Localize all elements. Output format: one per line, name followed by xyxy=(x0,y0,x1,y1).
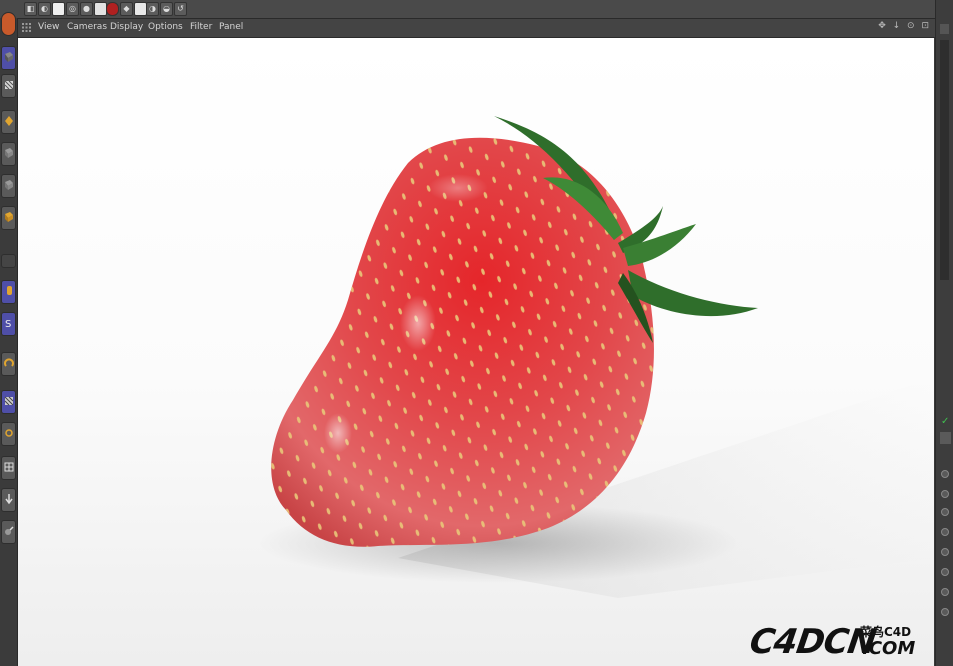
edge-mode-icon[interactable] xyxy=(1,74,16,98)
viewport[interactable]: C4DCN 菜鸟C4D .COM xyxy=(18,38,934,666)
material-icon[interactable]: ● xyxy=(80,2,93,16)
model-mode-icon[interactable] xyxy=(1,12,16,36)
tab-marker[interactable] xyxy=(940,432,951,444)
radio-option-4[interactable] xyxy=(941,528,949,536)
radio-option-7[interactable] xyxy=(941,588,949,596)
spline-icon[interactable]: ↺ xyxy=(174,2,187,16)
watermark: C4DCN 菜鸟C4D .COM xyxy=(747,620,920,662)
object-icon[interactable]: ◎ xyxy=(66,2,79,16)
menu-view[interactable]: View xyxy=(38,22,59,32)
deform-icon[interactable] xyxy=(1,520,16,544)
layout-grid-icon[interactable] xyxy=(1,456,16,480)
point-mode-icon[interactable] xyxy=(1,46,16,70)
radio-option-6[interactable] xyxy=(941,568,949,576)
sphere-icon[interactable] xyxy=(106,2,119,16)
sculpt-icon[interactable] xyxy=(1,422,16,446)
radio-option-3[interactable] xyxy=(941,508,949,516)
render-settings-icon[interactable] xyxy=(52,2,65,16)
menu-panel[interactable]: Panel xyxy=(219,22,243,32)
cube-icon[interactable]: ◆ xyxy=(120,2,133,16)
brush-icon[interactable] xyxy=(1,352,16,376)
top-toolbar: ◧ ◐ ◎ ● ◆ ◑ ◒ ↺ xyxy=(0,0,940,19)
magnet-icon[interactable]: S xyxy=(1,312,16,336)
viewport-nav-controls[interactable]: ✥ ↓ ⊙ ⊡ xyxy=(878,21,931,31)
watermark-logo: C4DCN xyxy=(747,622,879,662)
radio-option-8[interactable] xyxy=(941,608,949,616)
menu-cameras[interactable]: Cameras xyxy=(67,22,107,32)
radio-option-2[interactable] xyxy=(941,490,949,498)
move-tool-icon[interactable] xyxy=(1,254,16,268)
scrollbar-track[interactable] xyxy=(940,40,949,280)
viewport-menubar: View Cameras Display Options Filter Pane… xyxy=(18,19,935,38)
attribute-strip: ✓ xyxy=(935,0,953,666)
grid-icon[interactable] xyxy=(1,390,16,414)
svg-text:S: S xyxy=(5,319,11,329)
render-region-icon[interactable]: ◧ xyxy=(24,2,37,16)
texture-mode-icon[interactable] xyxy=(1,142,16,166)
watermark-domain: .COM xyxy=(862,638,916,659)
specular-highlight xyxy=(400,295,436,351)
radio-option-1[interactable] xyxy=(941,470,949,478)
menu-options[interactable]: Options xyxy=(148,22,183,32)
environment-icon[interactable]: ◑ xyxy=(146,2,159,16)
snap-icon[interactable] xyxy=(1,280,16,304)
render-view-icon[interactable]: ◐ xyxy=(38,2,51,16)
scroll-arrow-icon[interactable] xyxy=(940,24,949,34)
checkmark-icon: ✓ xyxy=(941,416,950,427)
menu-display[interactable]: Display xyxy=(110,22,143,32)
radio-option-5[interactable] xyxy=(941,548,949,556)
strawberry-render xyxy=(258,116,934,598)
grid-handle-icon[interactable] xyxy=(22,23,31,32)
deformer-icon[interactable]: ◒ xyxy=(160,2,173,16)
axis-mode-icon[interactable] xyxy=(1,174,16,198)
workplane-icon[interactable] xyxy=(1,206,16,230)
arrow-down-icon[interactable] xyxy=(1,488,16,512)
polygon-mode-icon[interactable] xyxy=(1,110,16,134)
tool-palette: S xyxy=(0,12,18,666)
menu-filter[interactable]: Filter xyxy=(190,22,212,32)
